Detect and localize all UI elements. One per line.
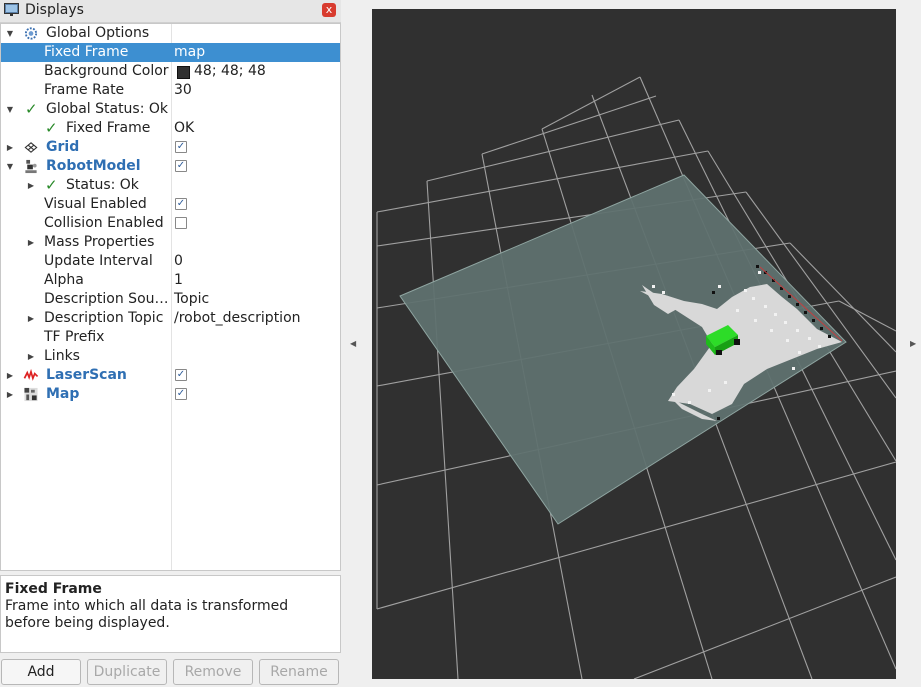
monitor-icon: [4, 3, 19, 16]
remove-button[interactable]: Remove: [173, 659, 253, 685]
row-label: LaserScan: [46, 367, 127, 383]
expand-icon[interactable]: ▶: [5, 366, 15, 385]
row-label: Status: Ok: [66, 177, 139, 193]
tree-row-global-status[interactable]: ▼ ✓ Global Status: Ok: [1, 100, 340, 119]
grid-icon: [24, 142, 38, 153]
row-label: Fixed Frame: [66, 120, 151, 136]
display-tree[interactable]: ▼ Global Options Fixed Frame map Backgro…: [0, 23, 341, 571]
collapse-icon[interactable]: ▼: [5, 24, 15, 43]
property-description: Fixed Frame Frame into which all data is…: [0, 575, 341, 653]
tree-row-robot-model[interactable]: ▼ RobotModel ✓: [1, 157, 340, 176]
close-panel-button[interactable]: x: [322, 3, 336, 17]
tree-row-frame-rate[interactable]: Frame Rate 30: [1, 81, 340, 100]
description-text: Frame into which all data is transformed…: [5, 598, 289, 631]
update-interval-value[interactable]: 0: [174, 252, 183, 271]
row-label: Mass Properties: [44, 234, 155, 250]
tree-row-collision-enabled[interactable]: Collision Enabled: [1, 214, 340, 233]
checkmark-icon: ✓: [45, 176, 58, 194]
panel-header: Displays x: [0, 0, 341, 23]
gear-icon: [24, 27, 38, 40]
tree-row-global-options[interactable]: ▼ Global Options: [1, 24, 340, 43]
checkmark-icon: ✓: [25, 100, 38, 118]
laser-scan-icon: [23, 368, 39, 381]
frame-rate-value[interactable]: 30: [174, 81, 192, 100]
row-label: Global Options: [46, 25, 150, 41]
row-label: RobotModel: [46, 158, 141, 174]
tree-row-update-interval[interactable]: Update Interval 0: [1, 252, 340, 271]
fixed-frame-value[interactable]: map: [174, 43, 205, 62]
robot-model-enabled-checkbox[interactable]: ✓: [175, 160, 187, 172]
color-swatch[interactable]: [177, 66, 190, 79]
tree-row-description-topic[interactable]: ▶ Description Topic /robot_description: [1, 309, 340, 328]
row-label: Map: [46, 386, 80, 402]
row-label: Grid: [46, 139, 80, 155]
close-icon: x: [325, 3, 333, 16]
description-source-value[interactable]: Topic: [174, 290, 209, 309]
tree-row-background-color[interactable]: Background Color 48; 48; 48: [1, 62, 340, 81]
expand-icon[interactable]: ▶: [26, 176, 36, 195]
tree-row-tf-prefix[interactable]: TF Prefix: [1, 328, 340, 347]
description-title: Fixed Frame: [5, 581, 102, 597]
tree-row-links[interactable]: ▶ Links: [1, 347, 340, 366]
collapse-icon[interactable]: ▼: [5, 157, 15, 176]
add-button[interactable]: Add: [1, 659, 81, 685]
row-label: Collision Enabled: [44, 215, 164, 231]
tree-row-fixed-frame-status[interactable]: ✓ Fixed Frame OK: [1, 119, 340, 138]
row-label: Description Topic: [44, 310, 164, 326]
collision-enabled-checkbox[interactable]: [175, 217, 187, 229]
alpha-value[interactable]: 1: [174, 271, 183, 290]
row-label: Description Sou…: [44, 291, 169, 307]
3d-scene: [376, 76, 896, 679]
description-topic-value[interactable]: /robot_description: [174, 309, 301, 328]
row-label: Visual Enabled: [44, 196, 147, 212]
row-label: Update Interval: [44, 253, 153, 269]
laser-scan-enabled-checkbox[interactable]: ✓: [175, 369, 187, 381]
row-label: TF Prefix: [44, 329, 105, 345]
expand-icon[interactable]: ▶: [26, 233, 36, 252]
map-icon: [24, 387, 38, 402]
expand-right-arrow-icon[interactable]: ▶: [910, 338, 918, 350]
tree-row-fixed-frame[interactable]: Fixed Frame map: [1, 43, 340, 62]
tree-row-grid[interactable]: ▶ Grid ✓: [1, 138, 340, 157]
3d-view[interactable]: [372, 9, 896, 679]
tree-row-map[interactable]: ▶ Map ✓: [1, 385, 340, 404]
status-value: OK: [174, 120, 195, 136]
expand-icon[interactable]: ▶: [26, 309, 36, 328]
grid-enabled-checkbox[interactable]: ✓: [175, 141, 187, 153]
expand-icon[interactable]: ▶: [26, 347, 36, 366]
map-enabled-checkbox[interactable]: ✓: [175, 388, 187, 400]
expand-icon[interactable]: ▶: [5, 385, 15, 404]
rename-button[interactable]: Rename: [259, 659, 339, 685]
row-label: Fixed Frame: [44, 44, 129, 60]
panel-title: Displays: [25, 2, 84, 18]
tree-row-alpha[interactable]: Alpha 1: [1, 271, 340, 290]
tree-row-mass-properties[interactable]: ▶ Mass Properties: [1, 233, 340, 252]
robot-icon: [25, 159, 37, 174]
row-label: Background Color: [44, 63, 169, 79]
tree-row-robot-status[interactable]: ▶ ✓ Status: Ok: [1, 176, 340, 195]
tree-row-visual-enabled[interactable]: Visual Enabled ✓: [1, 195, 340, 214]
displays-panel: Displays x ▼ Global Options Fixed Frame …: [0, 0, 341, 687]
visual-enabled-checkbox[interactable]: ✓: [175, 198, 187, 210]
expand-icon[interactable]: ▶: [5, 138, 15, 157]
collapse-icon[interactable]: ▼: [5, 100, 15, 119]
row-label: Frame Rate: [44, 82, 125, 98]
background-color-value[interactable]: 48; 48; 48: [194, 62, 266, 81]
collapse-left-arrow-icon[interactable]: ◀: [350, 338, 358, 350]
tree-row-description-source[interactable]: Description Sou… Topic: [1, 290, 340, 309]
row-label: Links: [44, 348, 80, 364]
row-label: Alpha: [44, 272, 84, 288]
duplicate-button[interactable]: Duplicate: [87, 659, 167, 685]
rviz-window: Displays x ▼ Global Options Fixed Frame …: [0, 0, 921, 687]
tree-row-laser-scan[interactable]: ▶ LaserScan ✓: [1, 366, 340, 385]
row-label: Global Status: Ok: [46, 101, 169, 117]
checkmark-icon: ✓: [45, 119, 58, 137]
